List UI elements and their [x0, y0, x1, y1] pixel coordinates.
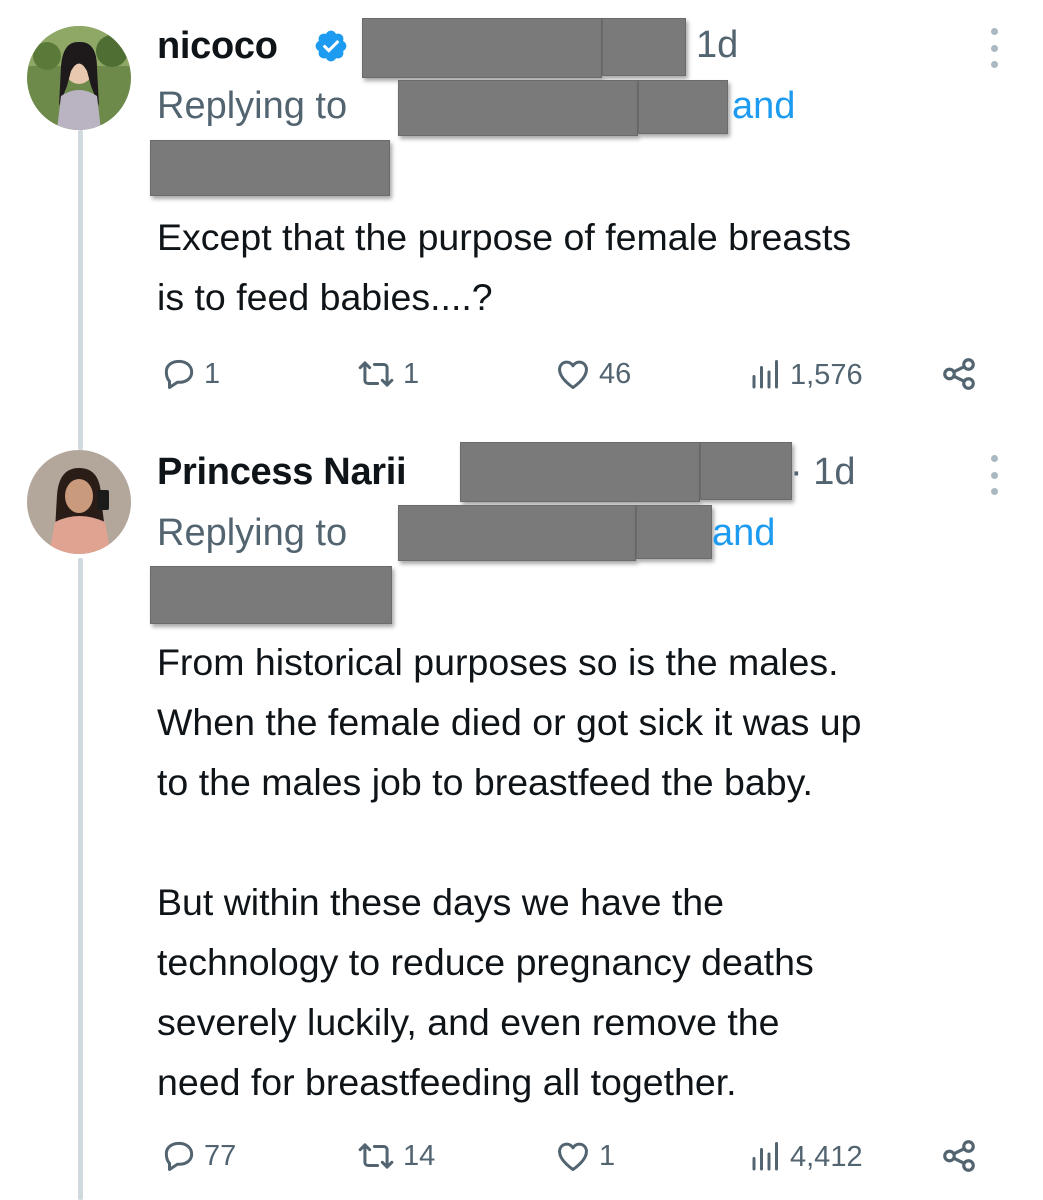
- tweet-text: Except that the purpose of female breast…: [157, 216, 852, 318]
- and-label: and: [732, 85, 796, 127]
- reply-icon: [164, 359, 194, 389]
- tweet-text: From historical purposes so is the males…: [157, 641, 862, 1103]
- reply-count: 77: [204, 1139, 237, 1172]
- timestamp[interactable]: 1d: [696, 24, 738, 67]
- repost-button[interactable]: 1: [355, 355, 419, 393]
- replying-to-label: Replying to: [157, 85, 348, 127]
- replying-to-label: Replying to: [157, 512, 348, 554]
- redacted-mention: [398, 505, 636, 561]
- views-button[interactable]: 4,412: [748, 1139, 863, 1175]
- reply-count: 1: [204, 357, 221, 390]
- author-name[interactable]: Princess Narii: [157, 451, 407, 494]
- repost-count: 1: [403, 357, 420, 390]
- views-button[interactable]: 1,576: [748, 357, 863, 393]
- redacted-mention: [636, 505, 712, 559]
- redacted-mention: [638, 80, 728, 134]
- share-icon: [943, 1140, 975, 1172]
- views-icon: [752, 1142, 778, 1171]
- share-icon: [943, 358, 975, 390]
- redacted-handle: [700, 442, 792, 500]
- author-name[interactable]: nicoco: [157, 25, 278, 68]
- views-count: 1,576: [790, 358, 863, 391]
- like-button[interactable]: 46: [553, 355, 631, 393]
- like-button[interactable]: 1: [553, 1137, 615, 1175]
- views-count: 4,412: [790, 1140, 863, 1173]
- reply-icon: [164, 1141, 194, 1171]
- timestamp[interactable]: · 1d: [790, 451, 855, 494]
- avatar[interactable]: [27, 26, 131, 130]
- repost-icon: [358, 361, 394, 387]
- repost-icon: [358, 1143, 394, 1169]
- avatar[interactable]: [27, 450, 131, 554]
- more-icon[interactable]: [987, 28, 1001, 68]
- reply-button[interactable]: 77: [160, 1137, 236, 1175]
- reply-button[interactable]: 1: [160, 355, 220, 393]
- redacted-handle: [602, 18, 686, 76]
- repost-button[interactable]: 14: [355, 1137, 435, 1175]
- repost-count: 14: [403, 1139, 436, 1172]
- share-button[interactable]: [940, 1137, 978, 1175]
- and-label: and: [712, 512, 776, 554]
- like-count: 1: [599, 1139, 616, 1172]
- like-icon: [558, 1142, 588, 1171]
- views-icon: [752, 360, 778, 389]
- more-icon[interactable]: [987, 455, 1001, 495]
- redacted-handle: [362, 18, 602, 78]
- redacted-mention: [398, 80, 638, 136]
- redacted-mention: [150, 566, 392, 624]
- redacted-handle: [460, 442, 700, 502]
- thread-line: [78, 558, 83, 1200]
- thread-line: [78, 130, 83, 450]
- like-count: 46: [599, 357, 632, 390]
- like-icon: [558, 360, 588, 389]
- verified-badge-icon: [315, 30, 347, 62]
- redacted-mention: [150, 140, 390, 196]
- share-button[interactable]: [940, 355, 978, 393]
